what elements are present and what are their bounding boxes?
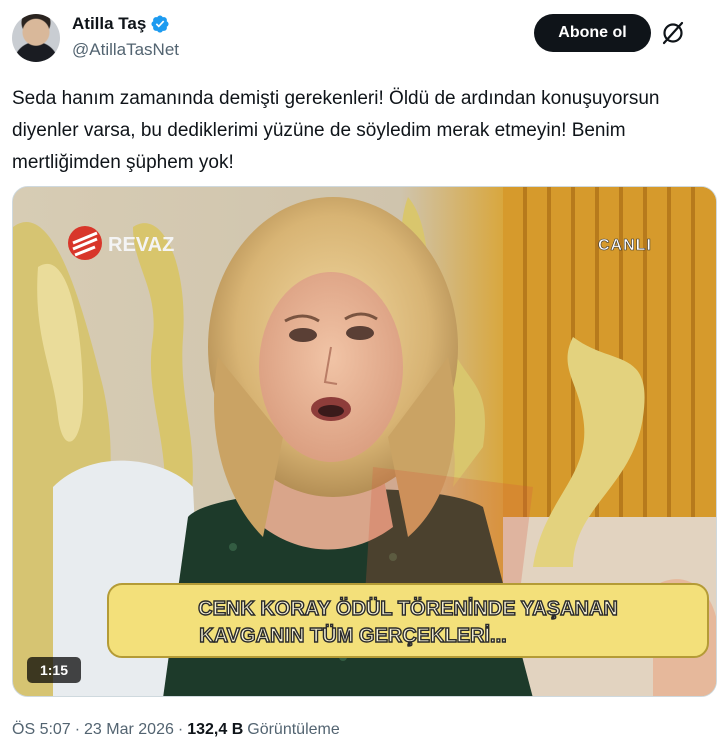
caption-line-1: CENK KORAY ÖDÜL TÖRENİNDE YAŞANAN [198,597,618,620]
live-badge: CANLI [598,237,652,254]
meta-separator: · [177,721,184,738]
video-frame: REVAZ CANLI CENK KORAY ÖDÜL TÖRENİNDE YA… [13,187,716,696]
author-name-row: Atilla Taş [72,14,170,34]
video-player[interactable]: REVAZ CANLI CENK KORAY ÖDÜL TÖRENİNDE YA… [12,186,717,697]
video-duration: 1:15 [27,657,81,683]
author-avatar[interactable] [12,14,60,62]
caption-line-2: KAVGANIN TÜM GERÇEKLERİ... [199,624,506,647]
meta-separator: · [74,721,81,738]
views-label: Görüntüleme [247,721,340,738]
follow-button[interactable]: Abone ol [534,14,651,52]
views-count: 132,4 B [187,721,244,738]
channel-logo-text: REVAZ [108,234,174,256]
tweet-meta: ÖS 5:07 · 23 Mar 2026 · 132,4 B Görüntül… [12,721,340,739]
author-handle[interactable]: @AtillaTasNet [72,40,179,60]
tweet-time[interactable]: ÖS 5:07 [12,721,71,739]
grok-icon[interactable] [660,20,686,46]
verified-badge-icon [151,15,169,33]
tweet-date[interactable]: 23 Mar 2026 [84,721,174,739]
tweet-text: Seda hanım zamanında demişti gerekenleri… [12,88,660,173]
author-display-name[interactable]: Atilla Taş [72,14,146,34]
